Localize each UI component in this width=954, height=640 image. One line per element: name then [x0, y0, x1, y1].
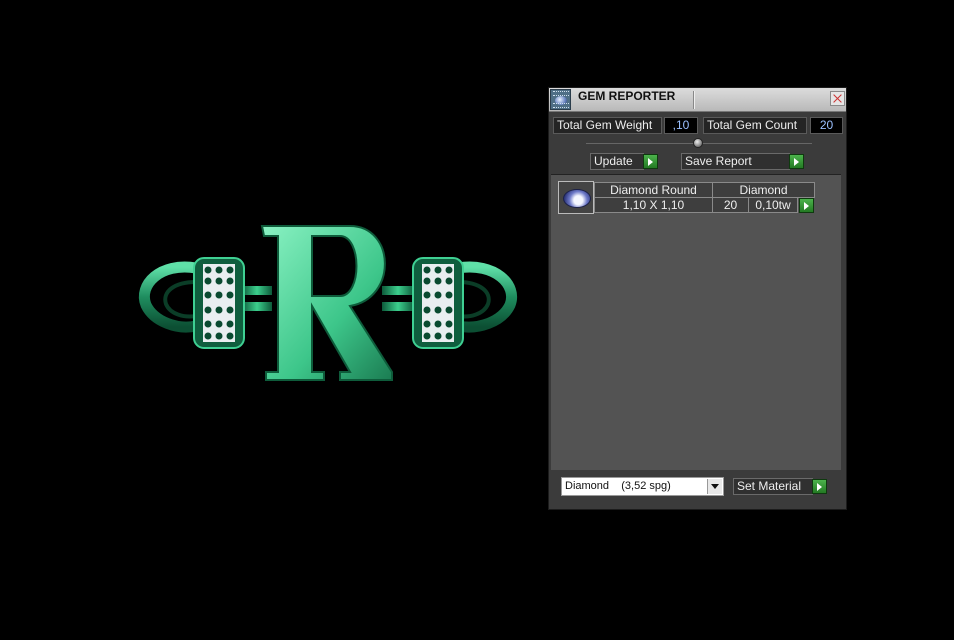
set-material-button[interactable]: Set Material: [733, 478, 813, 495]
material-dropdown[interactable]: Diamond (3,52 spg): [561, 477, 724, 496]
title-divider: [693, 91, 694, 109]
gem-row-go-icon[interactable]: [799, 198, 814, 213]
gem-count: 20: [712, 197, 749, 213]
round-diamond-icon: [558, 181, 594, 214]
gem-reporter-app-icon: [550, 89, 571, 110]
update-button[interactable]: Update: [590, 153, 644, 170]
total-gem-count-value: 20: [810, 117, 843, 134]
material-dropdown-value: Diamond (3,52 spg): [565, 480, 671, 492]
total-gem-count-label: Total Gem Count: [703, 117, 807, 134]
gem-list[interactable]: Diamond Round Diamond 1,10 X 1,10 20 0,1…: [551, 174, 841, 470]
total-gem-weight-value: ,10: [664, 117, 698, 134]
3d-viewport[interactable]: [0, 0, 545, 640]
update-go-icon[interactable]: [643, 154, 658, 169]
total-gem-weight-label: Total Gem Weight: [553, 117, 662, 134]
letter-r-shape: [260, 225, 393, 381]
gem-shape-name: Diamond Round: [594, 182, 713, 198]
panel-titlebar[interactable]: GEM REPORTER: [549, 88, 846, 112]
save-report-go-icon[interactable]: [789, 154, 804, 169]
gem-weight: 0,10tw: [748, 197, 798, 213]
right-gem-barrel: [412, 257, 464, 349]
set-material-go-icon[interactable]: [812, 479, 827, 494]
chevron-down-icon[interactable]: [707, 479, 722, 494]
save-report-button[interactable]: Save Report: [681, 153, 790, 170]
panel-splitter-knob[interactable]: [693, 138, 703, 148]
gem-size: 1,10 X 1,10: [594, 197, 713, 213]
panel-title: GEM REPORTER: [578, 89, 676, 103]
close-icon[interactable]: [830, 91, 845, 106]
left-gem-barrel: [193, 257, 245, 349]
gem-material: Diamond: [712, 182, 815, 198]
ring-model: [138, 225, 517, 381]
gem-reporter-panel: GEM REPORTER Total Gem Weight ,10 Total …: [548, 87, 847, 510]
